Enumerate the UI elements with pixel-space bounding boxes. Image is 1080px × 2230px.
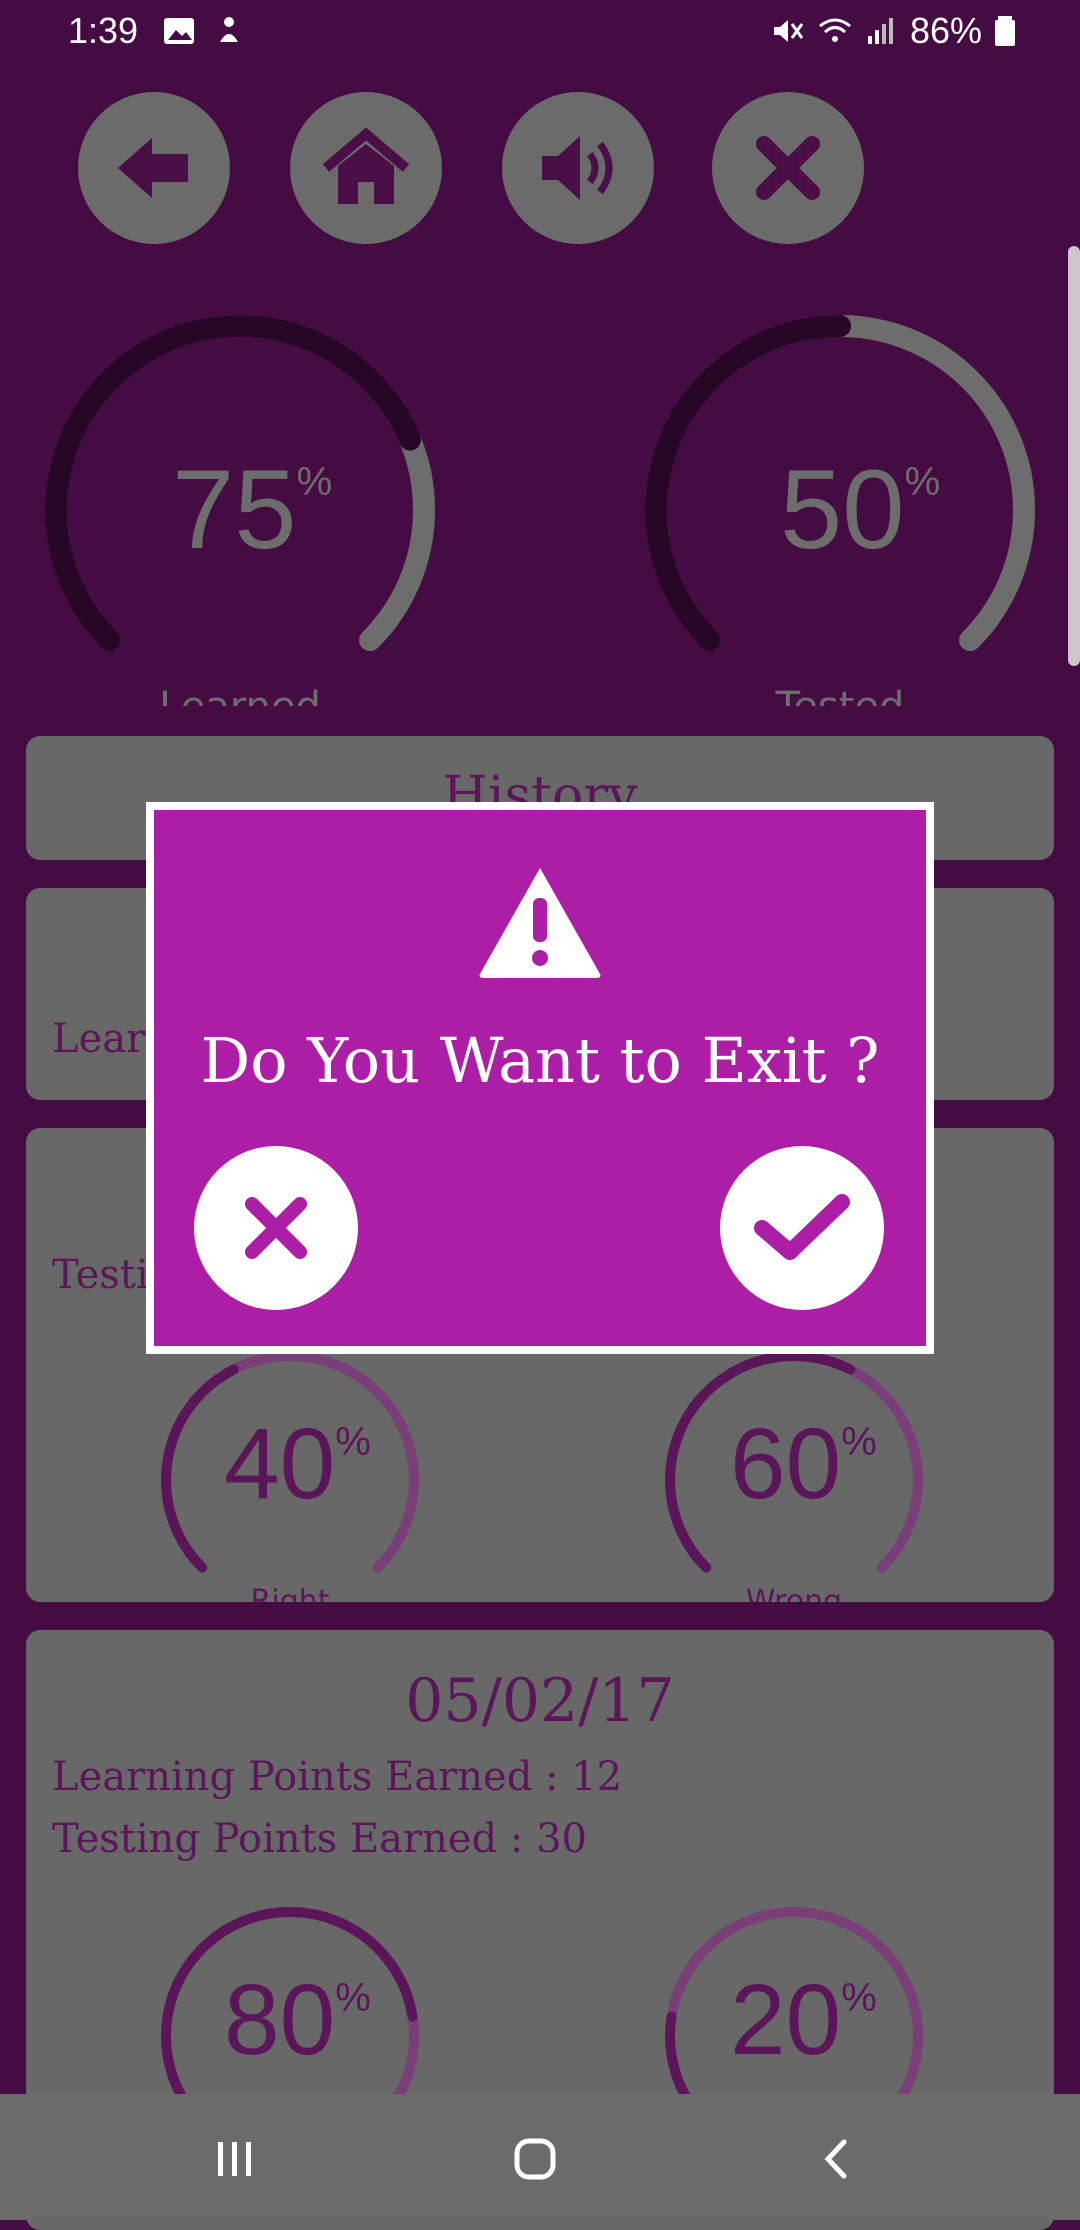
learned-percent: 75% (172, 447, 333, 572)
tested-percent: 50% (780, 447, 941, 572)
exit-dialog-title: Do You Want to Exit ? (200, 1024, 880, 1097)
right-percent-1: 40% (224, 1408, 371, 1520)
wrong-label-1: Wrong (745, 1584, 843, 1602)
sound-icon (542, 136, 613, 200)
signal-icon (868, 18, 893, 44)
image-icon (164, 18, 194, 44)
learning-points-earned: Learning Points Earned : 12 (52, 1754, 623, 1800)
right-label-1: Right (250, 1584, 330, 1602)
wifi-icon (819, 18, 851, 42)
exit-dialog-body: Do You Want to Exit ? (154, 810, 926, 1346)
learned-label: Learned (40, 684, 440, 706)
navigation-bar (0, 2094, 1080, 2220)
back-button[interactable] (78, 92, 230, 244)
close-button[interactable] (712, 92, 864, 244)
testing-points-earned: Testing Points Earned : 30 (52, 1816, 587, 1862)
scrollbar[interactable] (1068, 246, 1080, 666)
check-icon (754, 1194, 850, 1260)
mute-icon (774, 20, 804, 42)
wrong-percent-2: 20% (730, 1964, 877, 2076)
tested-label: Tested (640, 684, 1040, 706)
back-nav-button[interactable] (802, 2124, 872, 2194)
exit-dialog: Do You Want to Exit ? (146, 802, 934, 1354)
back-nav-icon (824, 2139, 847, 2179)
cancel-button[interactable] (194, 1146, 358, 1310)
warning-icon (479, 868, 601, 978)
history-entry-date: 05/02/17 (405, 1666, 675, 1736)
home-nav-icon (514, 2138, 556, 2180)
status-bar: 1:39 86% (0, 0, 1080, 66)
battery-icon (995, 16, 1015, 46)
battery-percent: 86% (910, 10, 983, 51)
close-icon (756, 136, 820, 200)
notification-icon (220, 17, 238, 42)
recent-apps-icon (218, 2142, 251, 2176)
home-nav-button[interactable] (500, 2124, 570, 2194)
home-icon (322, 127, 410, 204)
home-button[interactable] (290, 92, 442, 244)
wrong-percent-1: 60% (730, 1408, 877, 1520)
back-icon (118, 138, 188, 198)
cancel-icon (245, 1197, 307, 1259)
sound-button[interactable] (502, 92, 654, 244)
confirm-button[interactable] (720, 1146, 884, 1310)
recent-apps-button[interactable] (200, 2124, 270, 2194)
status-time: 1:39 (68, 10, 139, 51)
right-percent-2: 80% (224, 1964, 371, 2076)
